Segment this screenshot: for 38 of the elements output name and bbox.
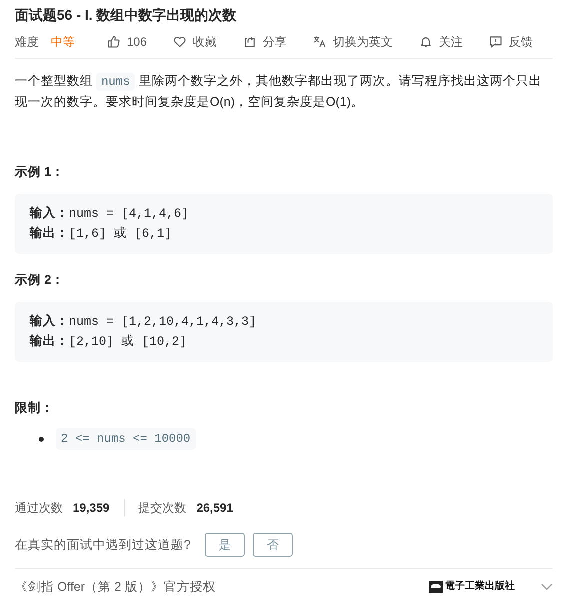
problem-description: 一个整型数组 nums 里除两个数字之外，其他数字都出现了两次。请写程序找出这两个只出现一次的数字。要求时间复杂度是O(n)，空间复杂度是O(1)。: [15, 72, 543, 111]
difficulty-label: 难度: [15, 34, 39, 50]
code-text: [2,10] 或 [10,2]: [69, 335, 188, 349]
license-text: 《剑指 Offer（第 2 版）》官方授权: [15, 578, 216, 596]
publisher-name: 電子工業出版社: [445, 582, 515, 592]
feedback-button[interactable]: 反馈: [489, 32, 534, 50]
bell-icon: [419, 34, 434, 48]
thumbs-up-icon: [107, 34, 121, 48]
stat-value: 19,359: [73, 500, 110, 517]
code-label: 输出：: [30, 226, 69, 240]
code-label: 输入：: [30, 314, 69, 328]
share-button[interactable]: 分享: [243, 32, 288, 50]
constraints-heading: 限制：: [15, 400, 55, 417]
chevron-down-icon[interactable]: [541, 583, 553, 591]
example-heading: 示例 1：: [15, 164, 66, 181]
code-text: nums = [1,2,10,4,1,4,3,3]: [69, 315, 257, 329]
interview-question: 在真实的面试中遇到过这道题?: [15, 536, 191, 554]
example-heading: 示例 2：: [15, 272, 66, 289]
heart-icon: [173, 34, 188, 48]
difficulty-value: 中等: [51, 34, 75, 50]
feedback-icon: [489, 34, 504, 48]
share-icon: [243, 34, 258, 48]
code-label: 输出：: [30, 334, 69, 348]
stat-label: 通过次数: [15, 500, 63, 517]
translate-icon: [313, 34, 328, 48]
favorite-button[interactable]: 收藏: [173, 32, 218, 50]
bullet-icon: [39, 436, 44, 442]
stat-value: 26,591: [196, 500, 234, 517]
publisher-emblem-icon: [429, 581, 443, 593]
like-button[interactable]: 106: [107, 32, 148, 50]
follow-button[interactable]: 关注: [419, 32, 464, 50]
constraint-code: 2 <= nums <= 10000: [56, 428, 196, 450]
code-text: nums = [4,1,4,6]: [69, 207, 190, 221]
stat-label: 提交次数: [138, 500, 187, 517]
translate-button[interactable]: 切换为英文: [313, 32, 394, 50]
code-label: 输入：: [30, 206, 69, 220]
problem-title: 面试题56 - I. 数组中数字出现的次数: [15, 6, 238, 25]
code-text: [1,6] 或 [6,1]: [69, 227, 172, 241]
